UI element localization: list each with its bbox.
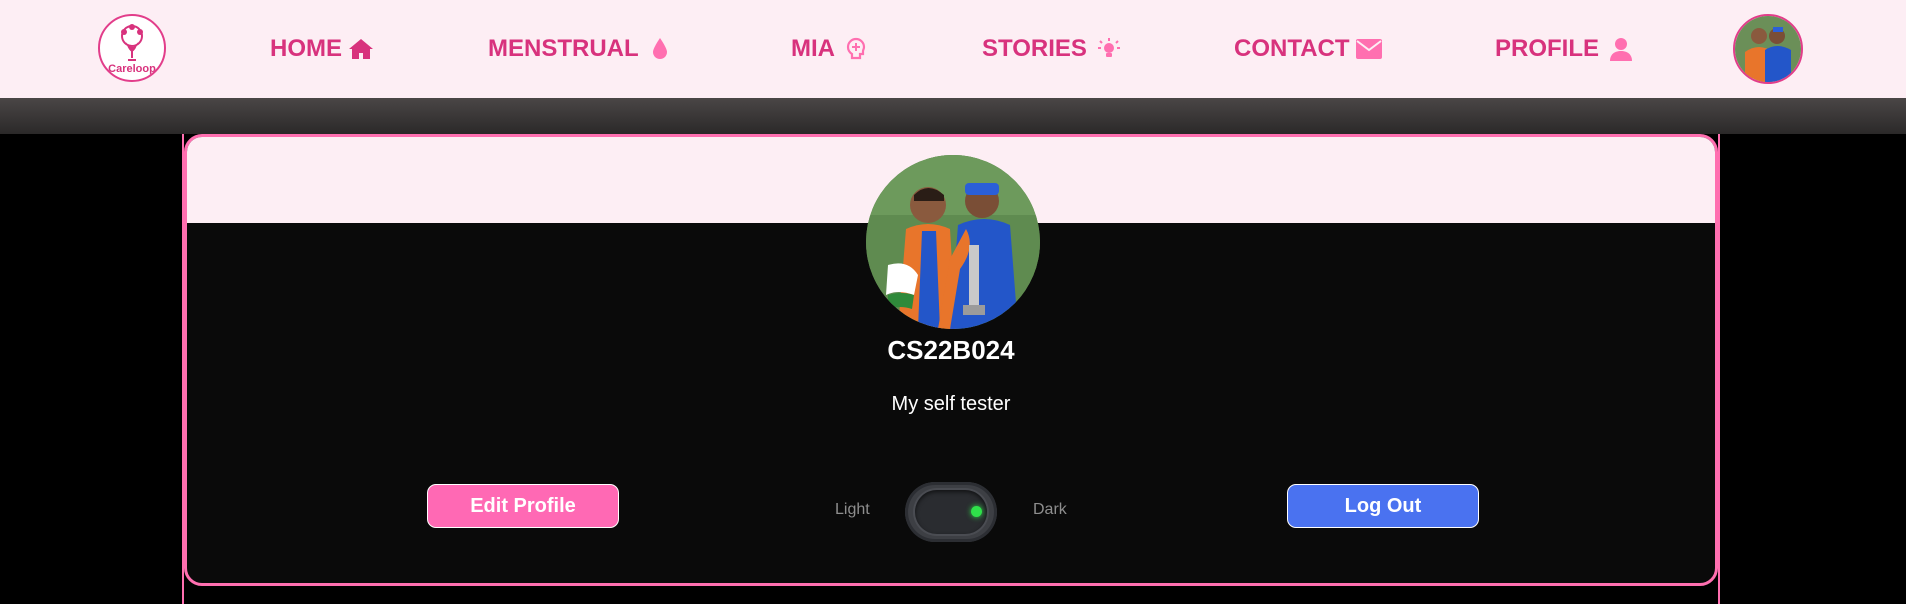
nav-stories[interactable]: STORIES (982, 35, 1121, 63)
theme-toggle[interactable] (905, 482, 997, 542)
nav-mia[interactable]: MIA (791, 35, 867, 63)
drop-icon (651, 37, 669, 61)
nav-contact-label: CONTACT (1234, 35, 1350, 62)
nav-avatar[interactable] (1733, 14, 1803, 84)
edit-profile-button[interactable]: Edit Profile (427, 484, 619, 528)
careloop-logo[interactable]: Careloop (98, 14, 166, 82)
envelope-icon (1355, 39, 1382, 59)
home-icon (348, 38, 374, 60)
avatar-photo-icon (1735, 16, 1801, 82)
theme-dark-label: Dark (1033, 501, 1067, 518)
profile-bio: My self tester (891, 393, 1011, 415)
brain-icon (845, 37, 867, 61)
logo-text: Careloop (108, 63, 156, 75)
profile-photo (866, 155, 1040, 329)
nav-home-label: HOME (270, 35, 342, 62)
header-shadow-strip (0, 98, 1906, 134)
theme-light-label: Light (835, 501, 870, 518)
nav-profile[interactable]: PROFILE (1495, 35, 1633, 63)
profile-photo-image-icon (866, 155, 1040, 329)
nav-home[interactable]: HOME (270, 35, 374, 63)
nav-menstrual[interactable]: MENSTRUAL (488, 35, 669, 63)
user-icon (1609, 37, 1633, 61)
profile-username: CS22B024 (887, 335, 1015, 365)
nav-contact[interactable]: CONTACT (1234, 35, 1382, 63)
lightbulb-icon (1097, 37, 1121, 61)
nav-stories-label: STORIES (982, 35, 1087, 62)
theme-toggle-indicator (971, 506, 982, 517)
top-navbar: Careloop HOME MENSTRUAL MIA STORIES CONT… (0, 0, 1906, 98)
nav-profile-label: PROFILE (1495, 35, 1600, 62)
nav-mia-label: MIA (791, 35, 835, 62)
profile-card: CS22B024 My self tester Edit Profile Lig… (184, 134, 1718, 586)
logout-button[interactable]: Log Out (1287, 484, 1479, 528)
nav-menstrual-label: MENSTRUAL (488, 35, 639, 62)
